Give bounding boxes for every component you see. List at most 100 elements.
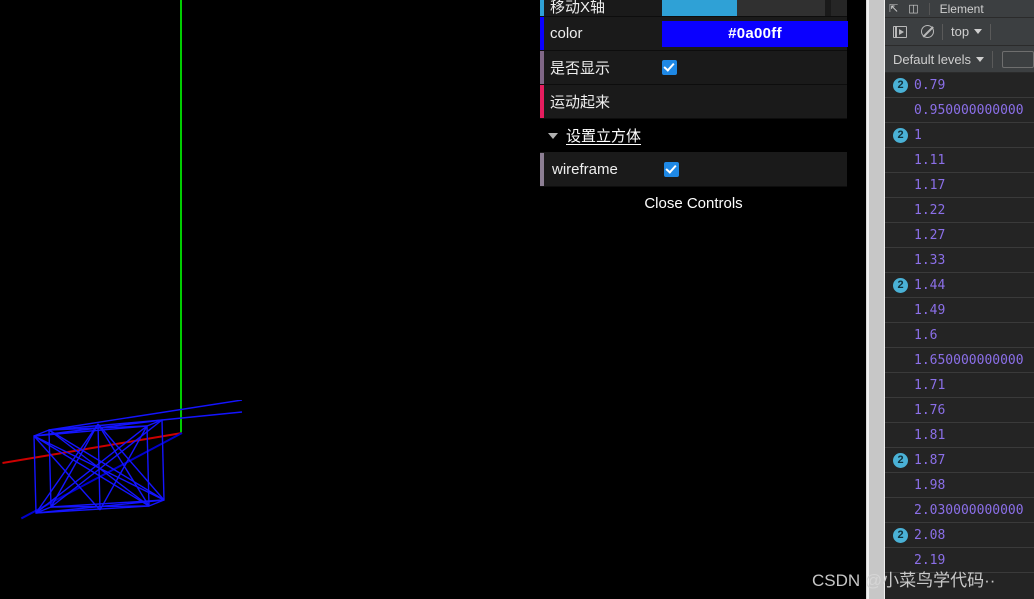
wireframe-checkbox[interactable]: [664, 162, 679, 177]
console-message-row[interactable]: 2 1.87: [885, 448, 1034, 473]
gui-row-control[interactable]: [660, 153, 847, 186]
gui-row-control[interactable]: 2.14: [658, 0, 847, 16]
app-root: 移动X轴 2.14 color #0a00ff 是否显示: [0, 0, 1034, 599]
csdn-watermark: CSDN @小菜鸟学代码··: [812, 571, 996, 590]
devtools-tabbar[interactable]: ⇱ ◫ Element: [885, 0, 1034, 18]
console-message-value: 1.49: [914, 302, 946, 318]
console-message-value: 1.650000000000: [914, 352, 1024, 368]
toolbar-divider-2: [990, 23, 992, 40]
chevron-down-icon: [548, 132, 558, 139]
dat-gui-panel[interactable]: 移动X轴 2.14 color #0a00ff 是否显示: [540, 0, 848, 218]
console-message-row[interactable]: 1.650000000000: [885, 348, 1034, 373]
gui-row-label: 移动X轴: [550, 0, 606, 16]
gui-row-wireframe[interactable]: wireframe: [540, 153, 847, 187]
wireframe-cube: [14, 400, 244, 570]
console-message-value: 0.79: [914, 77, 946, 93]
console-message-row[interactable]: 1.17: [885, 173, 1034, 198]
gui-row-control[interactable]: [658, 51, 847, 84]
console-message-row[interactable]: 1.27: [885, 223, 1034, 248]
execution-context-value: top: [951, 24, 970, 39]
devtools-panel: ⇱ ◫ Element top Default levels 2 0.79 0.95…: [885, 0, 1034, 599]
gui-folder-cube[interactable]: 设置立方体: [540, 119, 847, 153]
console-message-value: 1.98: [914, 477, 946, 493]
console-message-value: 2.030000000000: [914, 502, 1024, 518]
gui-row-move-x[interactable]: 移动X轴 2.14: [540, 0, 847, 17]
console-message-value: 1.44: [914, 277, 946, 293]
slider-fill: [662, 0, 737, 16]
execution-context-select[interactable]: top: [951, 24, 983, 39]
row-marker: [540, 17, 544, 50]
visible-checkbox[interactable]: [662, 60, 677, 75]
log-levels-value: Default levels: [893, 51, 972, 67]
console-message-row[interactable]: 0.950000000000: [885, 98, 1034, 123]
console-message-row[interactable]: 1.81: [885, 423, 1034, 448]
gui-folder-content: wireframe: [540, 153, 847, 187]
console-message-value: 1.22: [914, 202, 946, 218]
row-marker: [540, 153, 544, 186]
gui-row-control[interactable]: [658, 85, 847, 118]
gui-row-control[interactable]: #0a00ff: [658, 17, 848, 50]
console-message-row[interactable]: 1.71: [885, 373, 1034, 398]
tabbar-divider: [928, 2, 930, 15]
color-swatch[interactable]: #0a00ff: [662, 20, 848, 47]
console-message-value: 1.27: [914, 227, 946, 243]
console-message-row[interactable]: 2 2.08: [885, 523, 1034, 548]
console-filterbar[interactable]: Default levels: [885, 46, 1034, 73]
console-message-row[interactable]: 2 1.44: [885, 273, 1034, 298]
console-toolbar[interactable]: top: [885, 18, 1034, 46]
log-levels-select[interactable]: Default levels: [893, 51, 985, 67]
console-message-value: 1: [914, 127, 922, 143]
gui-row-label: 运动起来: [550, 94, 611, 111]
message-count-badge: 2: [893, 452, 908, 468]
close-controls-button[interactable]: Close Controls: [540, 187, 847, 218]
move-x-value[interactable]: 2.14: [831, 0, 847, 16]
device-toolbar-icon[interactable]: ◫: [908, 3, 918, 15]
row-marker: [540, 51, 544, 84]
console-message-list[interactable]: 2 0.79 0.950000000000 2 1 1.11 1.17 1.22 1.27 1.3…: [885, 73, 1034, 581]
gui-row-visible[interactable]: 是否显示: [540, 51, 847, 85]
message-count-badge: 2: [893, 277, 908, 293]
console-sidebar-icon[interactable]: [893, 25, 907, 38]
axis-y-green: [180, 0, 182, 433]
move-x-slider[interactable]: [662, 0, 825, 16]
console-message-row[interactable]: 1.11: [885, 148, 1034, 173]
row-marker: [540, 0, 544, 16]
console-message-row[interactable]: 2.030000000000: [885, 498, 1034, 523]
three-js-canvas[interactable]: 移动X轴 2.14 color #0a00ff 是否显示: [0, 0, 866, 599]
toolbar-divider: [942, 23, 943, 40]
console-message-value: 0.950000000000: [914, 102, 1024, 118]
console-message-value: 1.87: [914, 452, 946, 468]
console-message-row[interactable]: 1.22: [885, 198, 1034, 223]
clear-console-icon[interactable]: [921, 25, 934, 38]
tab-elements[interactable]: Element: [940, 2, 984, 16]
message-count-badge: 2: [893, 77, 908, 93]
gui-row-color[interactable]: color #0a00ff: [540, 17, 848, 51]
console-message-row[interactable]: 1.76: [885, 398, 1034, 423]
console-message-value: 1.81: [914, 427, 946, 443]
console-message-value: 1.76: [914, 402, 946, 418]
console-message-row[interactable]: 21: [885, 123, 1034, 148]
page-vertical-scrollbar[interactable]: [866, 0, 886, 599]
console-message-value: 1.17: [914, 177, 946, 193]
console-message-value: 1.71: [914, 377, 946, 393]
console-message-row[interactable]: 2 0.79: [885, 73, 1034, 98]
gui-row-label: wireframe: [552, 161, 618, 178]
console-message-row[interactable]: 1.6: [885, 323, 1034, 348]
console-message-value: 1.11: [914, 152, 946, 168]
console-message-row[interactable]: 1.33: [885, 248, 1034, 273]
chevron-down-icon: [976, 56, 985, 62]
console-message-row[interactable]: 1.49: [885, 298, 1034, 323]
gui-folder-title: 设置立方体: [566, 128, 642, 145]
console-message-value: 1.6: [914, 327, 938, 343]
gui-row-label: color: [550, 25, 583, 42]
gui-row-animate[interactable]: 运动起来: [540, 85, 847, 119]
chevron-down-icon: [974, 29, 983, 34]
console-message-row[interactable]: 1.98: [885, 473, 1034, 498]
scrollbar-thumb[interactable]: [869, 0, 884, 599]
row-marker: [540, 85, 544, 118]
console-message-value: 1.33: [914, 252, 946, 268]
message-count-badge: 2: [893, 127, 908, 143]
console-filter-input[interactable]: [1002, 50, 1034, 68]
inspect-element-icon[interactable]: ⇱: [889, 3, 898, 15]
console-message-value: 2.08: [914, 527, 946, 543]
